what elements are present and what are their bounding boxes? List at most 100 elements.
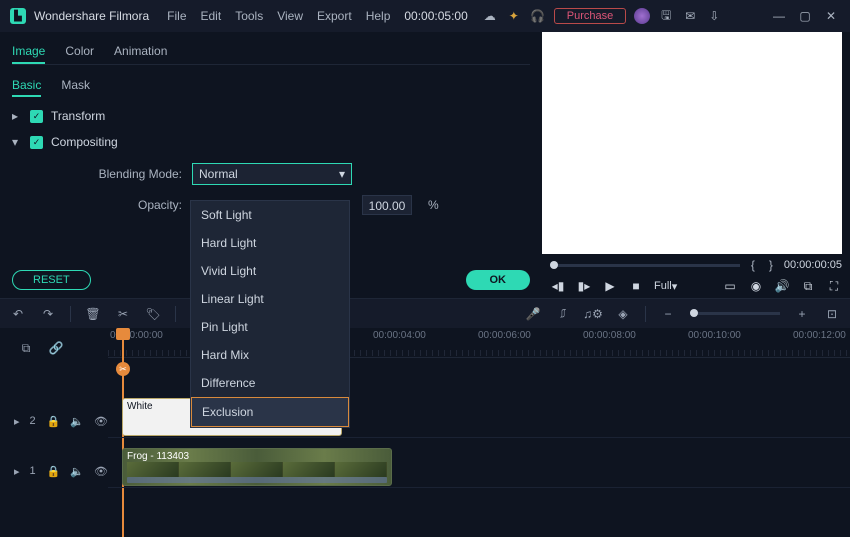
opacity-value[interactable]: 100.00 <box>362 195 412 215</box>
dd-item-linear-light[interactable]: Linear Light <box>191 285 349 313</box>
pop-out-icon[interactable]: ⧉ <box>800 278 816 294</box>
preview-canvas[interactable] <box>542 32 842 254</box>
compositing-checkbox[interactable]: ✓ <box>30 136 43 149</box>
mixer-icon[interactable]: ⎎ <box>555 306 571 322</box>
compositing-label: Compositing <box>51 135 118 149</box>
subtab-basic[interactable]: Basic <box>12 75 41 97</box>
notification-icon[interactable]: ✉ <box>682 8 698 24</box>
subtab-mask[interactable]: Mask <box>61 75 90 97</box>
play-icon[interactable]: ▮▸ <box>576 278 592 294</box>
track-headers: ⧉ 🔗 ▸ 2 🔒 🔈 👁 ▸ 1 🔒 🔈 👁 <box>0 328 108 537</box>
fullscreen-icon[interactable]: ⛶ <box>826 278 842 294</box>
tab-animation[interactable]: Animation <box>114 40 167 64</box>
volume-icon[interactable]: 🔊 <box>774 278 790 294</box>
zoom-out-icon[interactable]: − <box>660 306 676 322</box>
menu-help[interactable]: Help <box>366 9 391 23</box>
percent-label: % <box>428 198 439 212</box>
save-icon[interactable]: 🖫 <box>658 8 674 24</box>
track-row-1[interactable]: Frog - 113403 <box>108 446 850 488</box>
dd-item-hard-mix[interactable]: Hard Mix <box>191 341 349 369</box>
cloud-icon[interactable]: ☁ <box>482 8 498 24</box>
menu-view[interactable]: View <box>277 9 303 23</box>
quality-select[interactable]: Full ▾ <box>654 278 677 294</box>
lock-icon[interactable]: 🔒 <box>47 415 61 428</box>
maximize-button[interactable]: ▢ <box>796 9 814 23</box>
display-icon[interactable]: ▭ <box>722 278 738 294</box>
track-toggle-icon[interactable]: ▸ <box>14 465 20 478</box>
track-id: 1 <box>30 465 37 477</box>
menu-edit[interactable]: Edit <box>201 9 222 23</box>
tab-image[interactable]: Image <box>12 40 45 64</box>
mute-icon[interactable]: 🔈 <box>70 415 84 428</box>
menu-tools[interactable]: Tools <box>235 9 263 23</box>
dd-item-soft-light[interactable]: Soft Light <box>191 201 349 229</box>
section-compositing[interactable]: ▾ ✓ Compositing <box>12 135 530 149</box>
cut-icon[interactable]: ✂ <box>115 306 131 322</box>
chevron-down-icon: ▾ <box>12 135 22 149</box>
dd-item-pin-light[interactable]: Pin Light <box>191 313 349 341</box>
dd-item-exclusion[interactable]: Exclusion <box>191 397 349 427</box>
marker-icon[interactable]: ◈ <box>615 306 631 322</box>
stop-icon[interactable]: ■ <box>628 278 644 294</box>
preview-seek-slider[interactable] <box>550 264 740 267</box>
sub-tabs: Basic Mask <box>12 75 530 97</box>
snapshot-icon[interactable]: ◉ <box>748 278 764 294</box>
track-toggle-icon[interactable]: ▸ <box>14 415 20 428</box>
clip-frog[interactable]: Frog - 113403 <box>122 448 392 486</box>
tag-icon[interactable]: 🏷 <box>145 306 161 322</box>
blending-mode-dropdown: Soft Light Hard Light Vivid Light Linear… <box>190 200 350 428</box>
ruler-label: 00:00:04:00 <box>373 330 426 341</box>
avatar-icon[interactable] <box>634 8 650 24</box>
panel-tabs: Image Color Animation <box>12 40 530 65</box>
headset-icon[interactable]: 🎧 <box>530 8 546 24</box>
zoom-in-icon[interactable]: + <box>794 306 810 322</box>
track-header-1: ▸ 1 🔒 🔈 👁 <box>0 446 108 496</box>
mark-in-icon[interactable]: { <box>748 258 758 272</box>
download-icon[interactable]: ⇩ <box>706 8 722 24</box>
transform-label: Transform <box>51 109 105 123</box>
track-id: 2 <box>30 415 37 427</box>
clip-label: Frog - 113403 <box>127 451 387 462</box>
section-transform[interactable]: ▸ ✓ Transform <box>12 109 530 123</box>
reset-button[interactable]: RESET <box>12 270 91 290</box>
prev-frame-icon[interactable]: ◂▮ <box>550 278 566 294</box>
cut-marker-icon[interactable]: ✂ <box>116 362 130 376</box>
mark-out-icon[interactable]: } <box>766 258 776 272</box>
transform-checkbox[interactable]: ✓ <box>30 110 43 123</box>
track-header-2: ▸ 2 🔒 🔈 👁 <box>0 396 108 446</box>
tips-icon[interactable]: ✦ <box>506 8 522 24</box>
menu-export[interactable]: Export <box>317 9 352 23</box>
mic-icon[interactable]: 🎤 <box>525 306 541 322</box>
visibility-icon[interactable]: 👁 <box>94 415 108 428</box>
dd-item-difference[interactable]: Difference <box>191 369 349 397</box>
ruler-label: 00:00:10:00 <box>688 330 741 341</box>
top-timecode: 00:00:05:00 <box>404 9 467 23</box>
audio-settings-icon[interactable]: ♫⚙ <box>585 306 601 322</box>
blending-mode-select[interactable]: Normal ▾ <box>192 163 352 185</box>
app-title: Wondershare Filmora <box>34 9 149 23</box>
app-logo-icon: ▙ <box>10 8 26 24</box>
minimize-button[interactable]: — <box>770 9 788 23</box>
blending-mode-value: Normal <box>199 167 238 181</box>
undo-icon[interactable]: ↶ <box>10 306 26 322</box>
lock-icon[interactable]: 🔒 <box>47 465 61 478</box>
purchase-button[interactable]: Purchase <box>554 8 626 24</box>
titlebar: ▙ Wondershare Filmora File Edit Tools Vi… <box>0 0 850 32</box>
opacity-label: Opacity: <box>92 198 182 212</box>
zoom-slider[interactable] <box>690 312 780 315</box>
redo-icon[interactable]: ↷ <box>40 306 56 322</box>
link-icon[interactable]: 🔗 <box>48 340 64 356</box>
ok-button[interactable]: OK <box>466 270 531 290</box>
play-button[interactable]: ▶ <box>602 278 618 294</box>
tab-color[interactable]: Color <box>65 40 94 64</box>
menu-file[interactable]: File <box>167 9 186 23</box>
chevron-right-icon: ▸ <box>12 109 22 123</box>
mute-icon[interactable]: 🔈 <box>70 465 84 478</box>
dd-item-hard-light[interactable]: Hard Light <box>191 229 349 257</box>
close-button[interactable]: ✕ <box>822 9 840 23</box>
overlap-icon[interactable]: ⧉ <box>18 340 34 356</box>
visibility-icon[interactable]: 👁 <box>94 465 108 478</box>
zoom-fit-icon[interactable]: ⊡ <box>824 306 840 322</box>
dd-item-vivid-light[interactable]: Vivid Light <box>191 257 349 285</box>
delete-icon[interactable]: 🗑 <box>85 306 101 322</box>
